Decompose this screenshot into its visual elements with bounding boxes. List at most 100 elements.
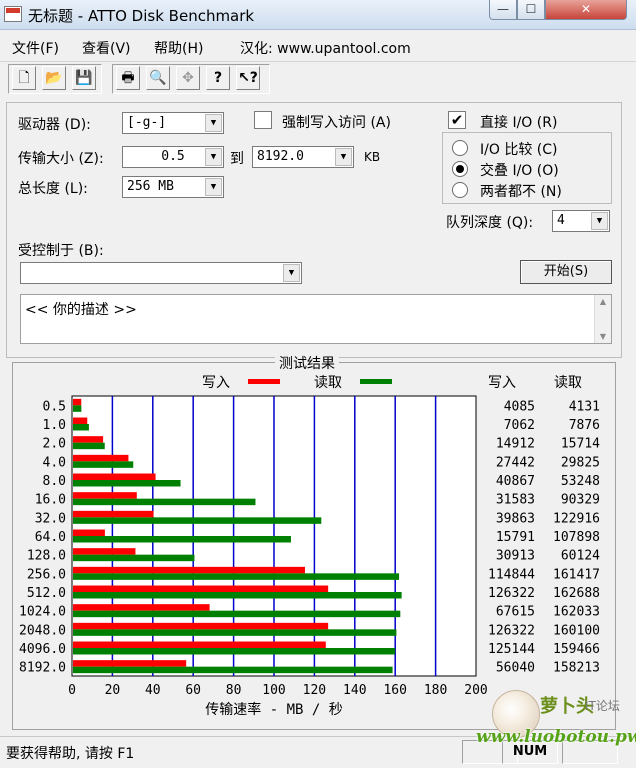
close-button[interactable]: ✕ <box>545 0 627 20</box>
description-text: << 你的描述 >> <box>25 302 137 318</box>
bar-read <box>73 648 396 655</box>
bar-write <box>73 436 104 443</box>
io-compare-radio[interactable] <box>452 140 468 156</box>
bar-read <box>73 592 402 599</box>
value-read: 29825 <box>561 455 600 470</box>
menu-view[interactable]: 查看(V) <box>82 38 131 58</box>
neither-label: 两者都不 (N) <box>480 184 562 200</box>
x-tick-label: 200 <box>464 683 487 698</box>
drive-value: [-g-] <box>127 115 167 130</box>
bar-read <box>73 536 291 543</box>
transfer-unit: KB <box>364 150 381 164</box>
value-write: 30913 <box>496 549 535 564</box>
y-tick-label: 256.0 <box>27 567 66 582</box>
help-icon[interactable]: ? <box>206 66 230 90</box>
value-read: 158213 <box>553 661 600 676</box>
scroll-down-icon[interactable]: ▼ <box>595 332 611 341</box>
value-read: 162688 <box>553 586 600 601</box>
value-read: 161417 <box>553 567 600 582</box>
transfer-from-select[interactable]: 0.5 ▼ <box>122 146 224 168</box>
y-tick-label: 4096.0 <box>19 642 66 657</box>
bar-write <box>73 548 136 555</box>
status-help-text: 要获得帮助, 请按 F1 <box>6 746 135 762</box>
minimize-button[interactable]: — <box>489 0 517 20</box>
value-write: 67615 <box>496 605 535 620</box>
bar-write <box>73 604 210 611</box>
save-icon[interactable]: 💾 <box>72 66 96 90</box>
direct-io-checkbox[interactable]: ✔ <box>448 111 466 129</box>
y-tick-label: 1.0 <box>43 418 66 433</box>
menu-help[interactable]: 帮助(H) <box>154 38 203 58</box>
bar-read <box>73 610 401 618</box>
menu-hanhua[interactable]: 汉化: www.upantool.com <box>240 38 411 58</box>
total-length-select[interactable]: 256 MB ▼ <box>122 176 224 198</box>
bar-read <box>73 480 181 487</box>
print-preview-icon[interactable]: 🔍 <box>146 66 170 90</box>
x-tick-label: 100 <box>262 683 285 698</box>
controlled-by-select[interactable]: ▼ <box>20 262 302 284</box>
value-write: 31583 <box>496 493 535 508</box>
move-icon[interactable]: ✥ <box>176 66 200 90</box>
chevron-down-icon: ▼ <box>591 212 608 230</box>
start-button[interactable]: 开始(S) <box>520 260 612 284</box>
description-box[interactable]: << 你的描述 >> ▲ ▼ <box>20 294 612 344</box>
io-compare-label: I/O 比较 (C) <box>480 142 558 158</box>
title-bar: 无标题 - ATTO Disk Benchmark — ☐ ✕ <box>0 0 636 30</box>
transfer-size-label: 传输大小 (Z): <box>18 151 104 167</box>
value-write: 39863 <box>496 511 535 526</box>
chevron-down-icon: ▼ <box>205 178 222 196</box>
bar-read <box>73 666 393 674</box>
x-axis-label: 传输速率 - MB / 秒 <box>205 701 342 718</box>
y-tick-label: 32.0 <box>35 511 66 526</box>
window-title: 无标题 - ATTO Disk Benchmark <box>28 7 255 25</box>
value-write: 40867 <box>496 474 535 489</box>
benchmark-chart: 0 20 40 60 80 100 120 140 160 180 200 0.5 4085 4131 1.… <box>19 395 600 718</box>
scroll-up-icon[interactable]: ▲ <box>595 297 611 306</box>
drive-select[interactable]: [-g-] ▼ <box>122 112 224 134</box>
bar-write <box>73 473 156 480</box>
value-read: 90329 <box>561 493 600 508</box>
force-write-checkbox[interactable] <box>254 111 272 129</box>
maximize-button[interactable]: ☐ <box>517 0 545 20</box>
value-write: 114844 <box>488 567 535 582</box>
total-length-value: 256 MB <box>127 179 174 194</box>
value-write: 15791 <box>496 530 535 545</box>
value-write: 125144 <box>488 642 535 657</box>
x-tick-label: 160 <box>383 683 406 698</box>
overlap-io-radio[interactable] <box>452 161 468 177</box>
bar-write <box>73 510 154 518</box>
overlap-io-label: 交叠 I/O (O) <box>480 163 559 179</box>
bar-read <box>73 405 82 412</box>
x-tick-label: 120 <box>303 683 326 698</box>
queue-depth-select[interactable]: 4 ▼ <box>552 210 610 232</box>
y-tick-label: 0.5 <box>43 399 66 414</box>
value-read: 7876 <box>569 418 600 433</box>
bar-write <box>73 622 329 630</box>
value-write: 14912 <box>496 437 535 452</box>
context-help-icon[interactable]: ↖? <box>236 66 260 90</box>
new-icon[interactable]: 🗋 <box>12 66 36 90</box>
bar-write <box>73 529 105 536</box>
open-icon[interactable]: 📂 <box>42 66 66 90</box>
value-read: 160100 <box>553 623 600 638</box>
queue-depth-label: 队列深度 (Q): <box>446 215 534 231</box>
bar-read <box>73 461 134 468</box>
total-length-label: 总长度 (L): <box>18 181 88 197</box>
value-write: 56040 <box>496 661 535 676</box>
menu-file[interactable]: 文件(F) <box>12 38 59 58</box>
x-tick-label: 20 <box>105 683 121 698</box>
chevron-down-icon: ▼ <box>205 114 222 132</box>
neither-radio[interactable] <box>452 182 468 198</box>
y-tick-label: 8.0 <box>43 474 66 489</box>
value-read: 159466 <box>553 642 600 657</box>
direct-io-label: 直接 I/O (R) <box>480 115 558 131</box>
print-icon[interactable]: 🖶 <box>116 66 140 90</box>
value-write: 126322 <box>488 623 535 638</box>
transfer-to-select[interactable]: 8192.0 ▼ <box>252 146 354 168</box>
legend-read-swatch <box>360 379 392 384</box>
value-read: 122916 <box>553 511 600 526</box>
results-title: 测试结果 <box>275 353 339 373</box>
menu-bar: 文件(F) 查看(V) 帮助(H) 汉化: www.upantool.com <box>0 30 636 62</box>
x-tick-label: 40 <box>145 683 161 698</box>
description-scrollbar[interactable]: ▲ ▼ <box>594 295 611 343</box>
